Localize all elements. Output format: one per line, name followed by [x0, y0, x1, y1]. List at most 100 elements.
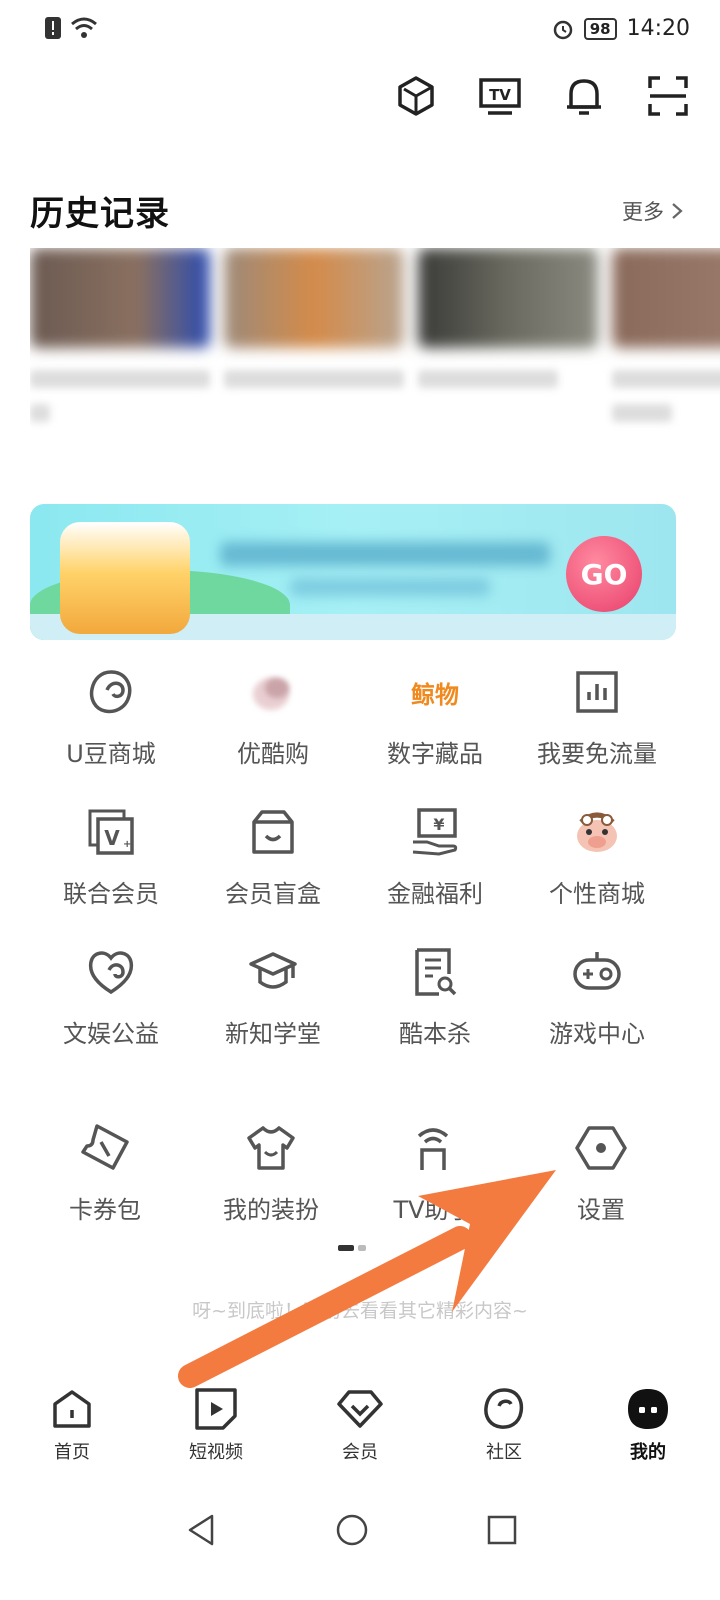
tab-vip[interactable]: 会员	[288, 1386, 432, 1476]
grid-item-label: 数字藏品	[387, 740, 483, 768]
recents-icon[interactable]	[484, 1512, 520, 1548]
grid-item-charity[interactable]: 文娱公益	[30, 944, 192, 1049]
profile-icon	[628, 1389, 668, 1429]
tab-label: 会员	[342, 1442, 378, 1463]
page-dot-active	[338, 1245, 354, 1251]
sim-alert-icon	[45, 17, 61, 39]
grid-item-label: 优酷购	[237, 740, 309, 768]
tshirt-icon	[247, 1126, 295, 1170]
history-thumbnail	[418, 248, 598, 348]
clock: 14:20	[626, 16, 690, 41]
wifi-icon	[71, 17, 97, 38]
gamepad-icon	[573, 952, 621, 990]
script-icon	[415, 948, 457, 996]
grid-item-digital-collection[interactable]: 鲸物 数字藏品	[354, 664, 516, 769]
play-icon	[195, 1388, 237, 1430]
scan-icon[interactable]	[646, 74, 690, 118]
banner-go-button[interactable]: GO	[566, 536, 642, 612]
grid-item-label: 酷本杀	[399, 1020, 471, 1048]
system-nav-bar	[0, 1500, 720, 1560]
tv-icon[interactable]: TV	[478, 74, 522, 118]
tab-label: 我的	[630, 1442, 666, 1463]
promo-banner[interactable]: GO	[30, 504, 676, 640]
history-list	[30, 248, 720, 438]
grid-item-script-game[interactable]: 酷本杀	[354, 944, 516, 1049]
history-caption	[418, 370, 558, 388]
history-item[interactable]	[418, 248, 598, 388]
history-item[interactable]	[224, 248, 404, 388]
grid-item-label: 我要免流量	[537, 740, 657, 768]
grid-item-tv-assistant[interactable]: TV助手	[352, 1120, 514, 1225]
bottom-tab-bar: 首页 短视频 会员 社区 我的	[0, 1386, 720, 1476]
grid-item-game-center[interactable]: 游戏中心	[516, 944, 678, 1049]
status-bar: 98 14:20	[0, 0, 720, 60]
cube-icon[interactable]	[394, 74, 438, 118]
grid-item-knowledge-school[interactable]: 新知学堂	[192, 944, 354, 1049]
tab-label: 短视频	[189, 1442, 243, 1463]
youku-shop-icon	[253, 678, 289, 710]
banner-blurred-text	[220, 542, 550, 566]
tab-mine[interactable]: 我的	[576, 1386, 720, 1476]
grid-item-free-data[interactable]: 我要免流量	[516, 664, 678, 769]
ticket-icon	[81, 1124, 129, 1170]
history-caption	[224, 370, 404, 388]
history-more-label: 更多	[622, 200, 664, 224]
tab-label: 首页	[54, 1442, 90, 1463]
history-caption-line2	[612, 404, 672, 422]
history-item[interactable]	[612, 248, 720, 422]
grid-item-label: 联合会员	[63, 880, 159, 908]
grid-item-label: 设置	[577, 1196, 625, 1224]
battery-level: 98	[583, 17, 617, 40]
community-icon	[484, 1388, 524, 1429]
home-circle-icon[interactable]	[334, 1512, 370, 1548]
svg-text:¥: ¥	[433, 815, 444, 834]
bean-icon	[89, 670, 132, 714]
tv-assistant-icon	[417, 1128, 449, 1170]
grid-item-label: 文娱公益	[63, 1020, 159, 1048]
grid-item-blind-box[interactable]: 会员盲盒	[192, 804, 354, 909]
grid-item-coupons[interactable]: 卡券包	[24, 1120, 186, 1225]
annotation-arrow	[178, 1170, 556, 1388]
grid-item-label: 会员盲盒	[225, 880, 321, 908]
back-icon[interactable]	[184, 1512, 220, 1548]
settings-icon	[575, 1126, 627, 1170]
graduation-cap-icon	[249, 952, 297, 989]
finance-icon: ¥	[412, 808, 458, 856]
bell-icon[interactable]	[562, 74, 606, 118]
tab-home[interactable]: 首页	[0, 1386, 144, 1476]
home-icon	[53, 1390, 91, 1428]
grid-item-joint-vip[interactable]: V + 联合会员	[30, 804, 192, 909]
top-toolbar: TV	[394, 74, 690, 118]
grid-item-label: TV助手	[393, 1196, 473, 1224]
grid-item-label: 新知学堂	[225, 1020, 321, 1048]
grid-item-settings[interactable]: 设置	[520, 1120, 682, 1225]
tab-short-video[interactable]: 短视频	[144, 1386, 288, 1476]
vip-icon	[337, 1390, 383, 1428]
digital-collection-icon: 鲸物	[411, 680, 459, 709]
grid-item-youku-shop[interactable]: 优酷购	[192, 664, 354, 769]
blind-box-icon	[252, 810, 294, 854]
svg-text:+: +	[123, 839, 131, 850]
page-dot	[358, 1245, 366, 1251]
charity-icon	[88, 951, 134, 995]
tab-label: 社区	[486, 1442, 522, 1463]
tab-community[interactable]: 社区	[432, 1386, 576, 1476]
grid-item-label: U豆商城	[66, 740, 156, 768]
grid-item-label: 游戏中心	[549, 1020, 645, 1048]
grid-item-label: 个性商城	[549, 880, 645, 908]
history-thumbnail	[30, 248, 210, 348]
svg-text:V: V	[104, 826, 120, 850]
history-item[interactable]	[30, 248, 210, 422]
history-thumbnail	[224, 248, 404, 348]
grid-item-personal-mall[interactable]: 个性商城	[516, 804, 678, 909]
grid-item-u-bean-mall[interactable]: U豆商城	[30, 664, 192, 769]
end-of-list-tip: 呀~到底啦！不妨去看看其它精彩内容~	[192, 1300, 528, 1322]
history-title: 历史记录	[30, 194, 170, 234]
grid-item-label: 卡券包	[69, 1196, 141, 1224]
history-more-link[interactable]: 更多	[622, 196, 684, 226]
banner-mascot	[60, 522, 190, 634]
grid-item-my-dressup[interactable]: 我的装扮	[190, 1120, 352, 1225]
alarm-icon	[553, 20, 572, 39]
grid-item-finance[interactable]: ¥ 金融福利	[354, 804, 516, 909]
banner-blurred-subtext	[290, 578, 490, 596]
